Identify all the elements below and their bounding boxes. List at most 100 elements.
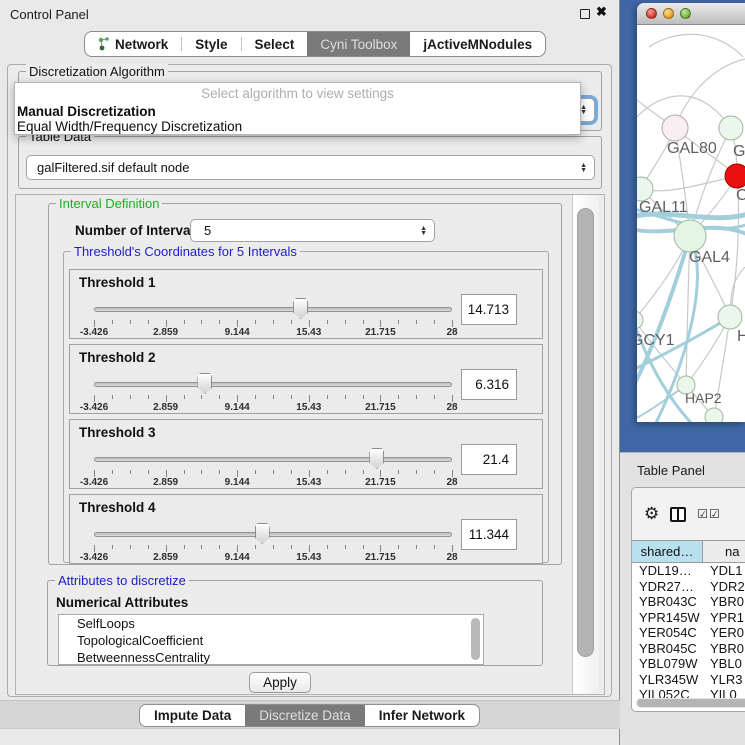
slider-thumb[interactable]	[293, 298, 308, 319]
slider-thumb[interactable]	[369, 448, 384, 469]
slider-tick	[148, 320, 149, 324]
attributes-fieldset: Attributes to discretize Numerical Attri…	[47, 580, 543, 666]
column-header-shared-name[interactable]: shared…	[632, 541, 703, 562]
tab-jactivemnodules[interactable]: jActiveMNodules	[410, 32, 545, 56]
attribute-list-item[interactable]: TopologicalCoefficient	[59, 632, 483, 649]
table-row[interactable]: YDR27…YDR2	[632, 579, 745, 595]
close-icon[interactable]: ✖	[596, 4, 607, 20]
algorithm-dropdown-popup: Select algorithm to view settings Manual…	[14, 82, 581, 135]
slider-track[interactable]	[94, 307, 452, 312]
slider-tick	[255, 395, 256, 399]
close-window-icon[interactable]	[646, 8, 657, 19]
column-header-name[interactable]: na	[703, 541, 745, 562]
slider-tick	[148, 545, 149, 549]
table-row[interactable]: YER054CYER0	[632, 625, 745, 641]
attribute-list-item[interactable]: SelfLoops	[59, 615, 483, 632]
slider-tick	[363, 545, 364, 549]
network-node-h[interactable]	[718, 305, 742, 329]
attributes-list[interactable]: SelfLoopsTopologicalCoefficientBetweenne…	[58, 614, 484, 665]
cyni-toolbox-panel: Discretization Algorithm ▲▼ Select algor…	[7, 64, 612, 697]
tab-discretize-data[interactable]: Discretize Data	[245, 705, 365, 726]
threshold-value-field[interactable]: 14.713	[461, 294, 517, 325]
network-node[interactable]	[705, 408, 723, 422]
table-row[interactable]: YBR043CYBR0	[632, 594, 745, 610]
columns-icon[interactable]	[670, 507, 686, 522]
gear-icon[interactable]: ⚙	[644, 504, 659, 524]
tab-infer-network[interactable]: Infer Network	[365, 705, 479, 726]
cell-name: YER0	[703, 625, 745, 641]
network-node-gal80[interactable]	[662, 115, 688, 141]
cell-name: YBR0	[703, 641, 745, 657]
slider-tick	[94, 470, 95, 477]
cell-name: YBR0	[703, 594, 745, 610]
threshold-value-field[interactable]: 6.316	[461, 369, 517, 400]
slider-tick-label: -3.426	[80, 477, 108, 488]
slider-tick	[166, 395, 167, 402]
slider-tick-label: 2.859	[153, 552, 178, 563]
slider-thumb[interactable]	[255, 523, 270, 544]
slider-tick	[112, 470, 113, 474]
network-node-gcy1[interactable]	[637, 311, 643, 329]
network-view-window: GAL80GACGAL11GAL4GCY1HHAP2	[637, 3, 745, 422]
slider-tick-label: 21.715	[365, 552, 396, 563]
tab-select[interactable]: Select	[242, 32, 308, 56]
slider-tick	[184, 320, 185, 324]
scrollbar-thumb[interactable]	[577, 208, 594, 657]
network-node-c[interactable]	[725, 164, 745, 188]
table-data-combobox[interactable]: galFiltered.sif default node ▲▼	[26, 155, 595, 180]
float-panel-icon[interactable]	[580, 9, 590, 19]
interval-definition-fieldset: Interval Definition Number of Intervals …	[48, 203, 562, 565]
application-window: Control Panel ✖ NetworkStyleSelectCyni T…	[0, 0, 745, 745]
table-row[interactable]: YLR345WYLR3	[632, 672, 745, 688]
cell-shared-name: YBR043C	[632, 594, 703, 610]
number-of-intervals-value: 5	[204, 223, 211, 238]
attribute-list-item[interactable]: BetweennessCentrality	[59, 649, 483, 665]
minimize-window-icon[interactable]	[663, 8, 674, 19]
select-checkboxes-icon[interactable]: ☑☑	[697, 507, 721, 521]
slider-track[interactable]	[94, 532, 452, 537]
slider-tick	[416, 395, 417, 399]
apply-button[interactable]: Apply	[249, 672, 311, 693]
tab-network[interactable]: Network	[85, 32, 181, 56]
table-row[interactable]: YPR145WYPR1	[632, 610, 745, 626]
tab-label: Select	[255, 37, 295, 52]
number-of-intervals-combobox[interactable]: 5 ▲▼	[190, 219, 435, 242]
threshold-label: Threshold 3	[79, 425, 156, 440]
network-canvas[interactable]: GAL80GACGAL11GAL4GCY1HHAP2	[637, 25, 745, 422]
threshold-value-field[interactable]: 21.4	[461, 444, 517, 475]
network-node-gal4[interactable]	[674, 220, 706, 252]
table-row[interactable]: YBL079WYBL0	[632, 656, 745, 672]
node-label: H	[737, 328, 745, 345]
tab-label: jActiveMNodules	[423, 37, 532, 52]
dropdown-prompt: Select algorithm to view settings	[15, 83, 580, 104]
table-hscrollbar-thumb[interactable]	[637, 699, 745, 707]
slider-track[interactable]	[94, 382, 452, 387]
threshold-value-field[interactable]: 11.344	[461, 519, 517, 550]
tab-impute-data[interactable]: Impute Data	[140, 705, 245, 726]
tab-style[interactable]: Style	[182, 32, 240, 56]
tab-cyni-toolbox[interactable]: Cyni Toolbox	[307, 32, 410, 56]
network-node-gal11[interactable]	[637, 177, 653, 201]
dropdown-item[interactable]: Manual Discretization	[15, 104, 580, 119]
slider-track[interactable]	[94, 457, 452, 462]
cell-shared-name: YPR145W	[632, 610, 703, 626]
slider-tick-label: 21.715	[365, 402, 396, 413]
list-scrollbar[interactable]	[471, 618, 480, 660]
table-row[interactable]: YDL19…YDL1	[632, 563, 745, 579]
slider-tick	[237, 395, 238, 402]
table-hscrollbar-track[interactable]	[636, 698, 745, 708]
tab-label: Style	[195, 37, 227, 52]
scrollbar-track[interactable]	[572, 195, 599, 694]
window-title-bar[interactable]	[637, 3, 745, 25]
network-node-ga[interactable]	[719, 116, 743, 140]
dropdown-item[interactable]: Equal Width/Frequency Discretization	[15, 119, 580, 135]
slider-thumb[interactable]	[197, 373, 212, 394]
network-nodes: GAL80GACGAL11GAL4GCY1HHAP2	[637, 115, 745, 422]
table-row[interactable]: YBR045CYBR0	[632, 641, 745, 657]
node-label: GCY1	[637, 332, 675, 349]
slider-tick	[398, 395, 399, 399]
zoom-window-icon[interactable]	[680, 8, 691, 19]
cell-name: YBL0	[703, 656, 745, 672]
table-data-value: galFiltered.sif default node	[37, 160, 189, 175]
slider-tick	[345, 320, 346, 324]
